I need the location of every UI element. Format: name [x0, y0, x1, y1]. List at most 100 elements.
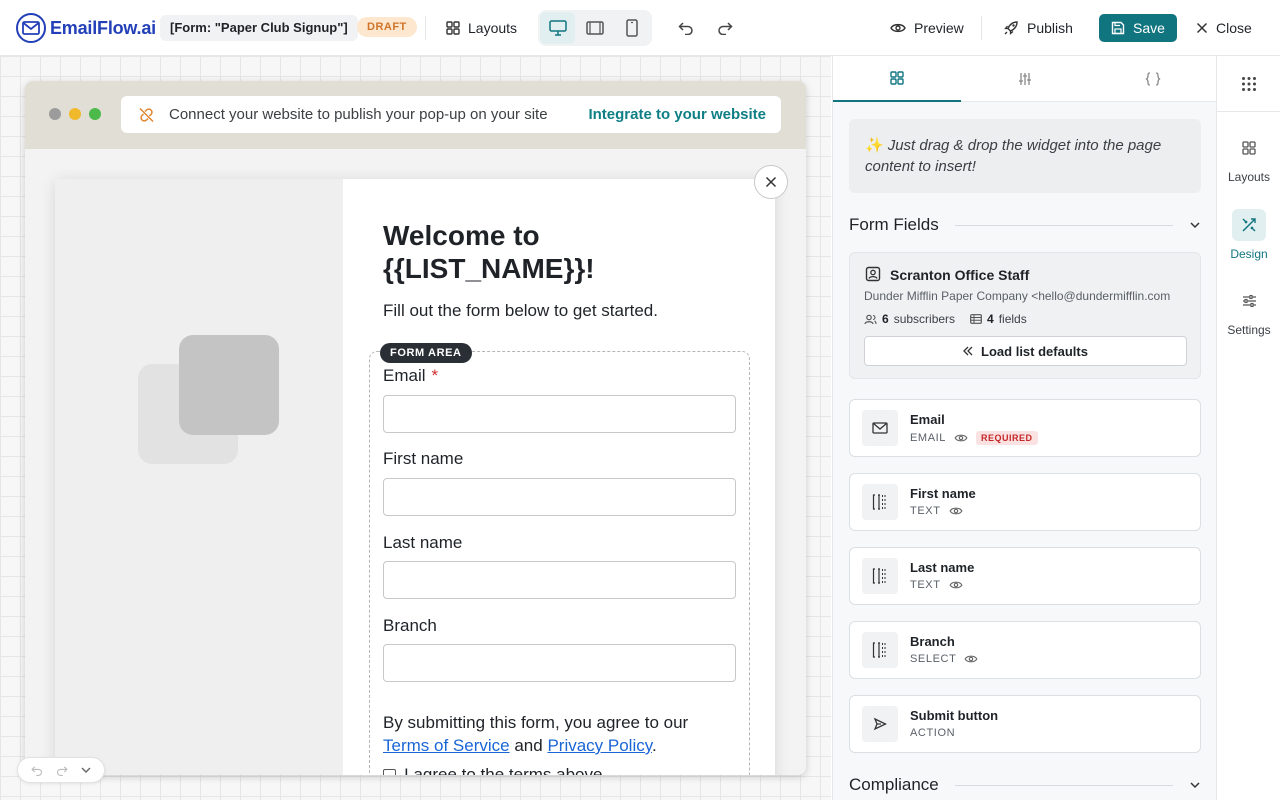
close-label: Close — [1216, 20, 1252, 36]
rail-item-settings[interactable]: Settings — [1217, 285, 1280, 345]
first-name-field[interactable] — [383, 478, 736, 516]
field-card-email[interactable]: Email EMAIL REQUIRED — [849, 399, 1201, 457]
field-card-name: Last name — [910, 560, 975, 575]
layout-grid-icon — [1232, 132, 1266, 164]
agree-row: I agree to the terms above — [383, 765, 602, 775]
side-rail: Layouts Design Settings — [1216, 56, 1280, 800]
chevron-down-icon — [1190, 222, 1200, 229]
chevron-down-icon[interactable] — [81, 766, 91, 774]
design-tools-icon — [1232, 209, 1266, 241]
terms-link[interactable]: Terms of Service — [383, 736, 510, 755]
field-card-name: Email — [910, 412, 945, 427]
form-name-chip[interactable]: [Form: "Paper Club Signup"] — [160, 15, 358, 41]
preview-button[interactable]: Preview — [890, 14, 964, 42]
tip-text: Just drag & drop the widget into the pag… — [865, 137, 1162, 175]
rail-label: Layouts — [1227, 170, 1271, 184]
subscribers-count: 6 — [882, 312, 889, 326]
consent-text: By submitting this form, you agree to ou… — [383, 711, 733, 757]
tab-widgets[interactable] — [833, 56, 961, 102]
eye-icon[interactable] — [964, 654, 978, 664]
rail-item-layouts[interactable]: Layouts — [1217, 132, 1280, 192]
first-name-label: First name — [383, 449, 464, 468]
fields-stat: 4 fields — [970, 312, 1027, 326]
browser-mockup: Connect your website to publish your pop… — [25, 81, 806, 775]
field-card-first-name[interactable]: First name TEXT — [849, 473, 1201, 531]
last-name-field[interactable] — [383, 561, 736, 599]
rail-label: Settings — [1227, 323, 1271, 337]
field-card-name: Branch — [910, 634, 955, 649]
floppy-disk-icon — [1111, 21, 1125, 35]
layout-grid-icon — [890, 71, 904, 85]
popup-subtitle[interactable]: Fill out the form below to get started. — [383, 301, 658, 321]
table-icon — [970, 314, 982, 324]
apps-menu-button[interactable] — [1217, 56, 1280, 112]
canvas-history-controls — [17, 757, 105, 783]
redo-button[interactable] — [713, 16, 737, 40]
agree-label: I agree to the terms above — [404, 765, 603, 775]
form-fields-section-header[interactable]: Form Fields — [849, 213, 1201, 237]
compliance-section-header[interactable]: Compliance — [849, 773, 1201, 797]
mobile-view-button[interactable] — [615, 12, 650, 44]
email-label-text: Email — [383, 366, 426, 385]
tab-style[interactable] — [961, 56, 1089, 102]
field-card-submit-button[interactable]: Submit button ACTION — [849, 695, 1201, 753]
eye-icon[interactable] — [954, 433, 968, 443]
email-field[interactable] — [383, 395, 736, 433]
window-dot-gray — [49, 108, 61, 120]
undo-icon — [678, 22, 693, 35]
privacy-link[interactable]: Privacy Policy — [547, 736, 652, 755]
field-card-meta: TEXT — [910, 505, 963, 517]
subscribers-stat: 6 subscribers — [864, 312, 955, 326]
section-title: Compliance — [849, 775, 939, 794]
agree-checkbox[interactable] — [383, 768, 396, 775]
window-dot-green — [89, 108, 101, 120]
tablet-view-button[interactable] — [577, 12, 612, 44]
sparkle-icon: ✨ — [865, 137, 884, 154]
branch-field[interactable] — [383, 644, 736, 682]
required-star: * — [431, 366, 439, 385]
users-icon — [864, 314, 877, 324]
field-type: SELECT — [910, 653, 957, 665]
field-card-last-name[interactable]: Last name TEXT — [849, 547, 1201, 605]
field-type: TEXT — [910, 579, 941, 591]
send-icon — [862, 706, 898, 742]
sliders-icon — [1232, 285, 1266, 317]
close-editor-button[interactable]: Close — [1196, 14, 1252, 42]
undo-button[interactable] — [674, 16, 698, 40]
eye-icon[interactable] — [949, 580, 963, 590]
load-defaults-label: Load list defaults — [981, 343, 1088, 359]
integrate-website-link[interactable]: Integrate to your website — [588, 106, 766, 123]
save-label: Save — [1133, 20, 1165, 36]
redo-icon[interactable] — [56, 765, 68, 776]
eye-icon[interactable] — [949, 506, 963, 516]
chevrons-left-icon — [963, 346, 973, 356]
connect-notice-bar: Connect your website to publish your pop… — [121, 96, 781, 133]
load-list-defaults-button[interactable]: Load list defaults — [864, 336, 1187, 366]
publish-button[interactable]: Publish — [1003, 14, 1073, 42]
close-icon — [765, 176, 777, 188]
divider — [425, 16, 426, 40]
tab-code[interactable] — [1089, 56, 1216, 102]
popup-title[interactable]: Welcome to {{LIST_NAME}}! — [383, 219, 743, 285]
logo-text: EmailFlow.ai — [50, 17, 156, 38]
popup-close-button[interactable] — [754, 165, 788, 199]
last-name-label: Last name — [383, 533, 463, 552]
rail-label: Design — [1230, 247, 1268, 261]
branch-label: Branch — [383, 616, 437, 635]
desktop-icon — [548, 20, 567, 36]
fields-count: 4 — [987, 312, 994, 326]
preview-label: Preview — [914, 20, 964, 36]
field-card-branch[interactable]: Branch SELECT — [849, 621, 1201, 679]
app-logo[interactable]: EmailFlow.ai — [16, 13, 156, 43]
consent-and: and — [514, 736, 543, 755]
save-button[interactable]: Save — [1099, 14, 1177, 42]
field-type: EMAIL — [910, 432, 947, 444]
layouts-button[interactable]: Layouts — [446, 14, 517, 42]
list-card: Scranton Office Staff Dunder Mifflin Pap… — [849, 252, 1201, 379]
undo-icon[interactable] — [30, 765, 43, 776]
popup-form[interactable]: Welcome to {{LIST_NAME}}! Fill out the f… — [55, 179, 775, 775]
image-placeholder[interactable] — [55, 179, 343, 775]
list-company: Dunder Mifflin Paper Company <hello@dund… — [864, 289, 1171, 303]
desktop-view-button[interactable] — [540, 12, 576, 44]
rail-item-design[interactable]: Design — [1217, 209, 1280, 269]
